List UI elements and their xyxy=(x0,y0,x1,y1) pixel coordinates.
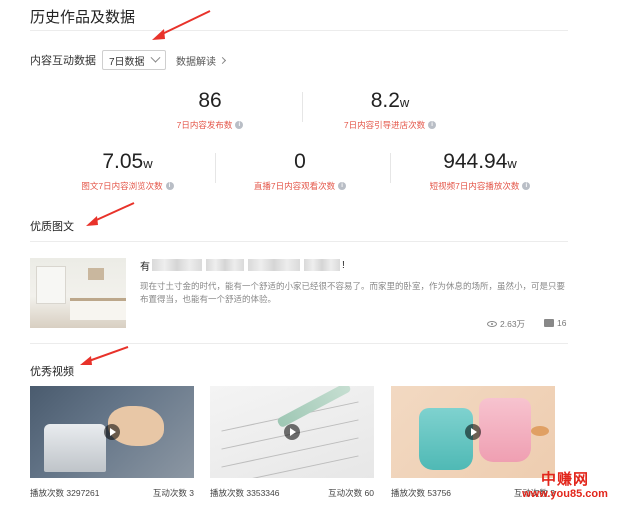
metric-publish-count: 86 7日内容发布数 i xyxy=(130,89,290,131)
info-icon[interactable]: i xyxy=(165,182,174,190)
thumb-pen xyxy=(276,386,352,429)
plays-value: 53756 xyxy=(427,488,452,498)
metric-label: 图文7日内容浏览次数 xyxy=(81,181,163,191)
article-comments-value: 16 xyxy=(557,318,567,328)
section-divider xyxy=(30,241,568,242)
metric-unit: w xyxy=(143,156,153,171)
metric-value: 8.2 xyxy=(370,89,400,112)
metric-unit: w xyxy=(399,95,410,110)
redacted-text xyxy=(304,259,340,271)
plays-label: 播放次数 xyxy=(210,488,245,498)
interact-value: 60 xyxy=(364,488,374,498)
data-interpret-label: 数据解读 xyxy=(176,56,216,68)
metric-divider xyxy=(302,92,303,122)
filter-label: 内容互动数据 xyxy=(30,55,96,67)
metric-article-views: 7.05w 图文7日内容浏览次数 i xyxy=(55,150,200,192)
page-title: 历史作品及数据 xyxy=(30,9,136,26)
filter-row: 内容互动数据 7日数据 数据解读 xyxy=(30,50,227,70)
annotation-arrow xyxy=(80,346,129,365)
comment-icon xyxy=(544,319,554,327)
title-divider xyxy=(30,30,568,31)
article-title-prefix: 有 xyxy=(140,261,150,273)
metric-value: 944.94 xyxy=(443,150,508,173)
thumb-leaf xyxy=(531,426,549,436)
interact-value: 3 xyxy=(189,488,194,498)
data-interpret-link[interactable]: 数据解读 xyxy=(176,53,227,68)
redacted-text xyxy=(206,259,244,271)
article-views: 2.63万 xyxy=(487,318,525,330)
metric-live-views: 0 直播7日内容观看次数 i xyxy=(225,150,375,192)
play-icon[interactable] xyxy=(284,424,300,440)
metric-video-plays: 944.94w 短视频7日内容播放次数 i xyxy=(400,150,560,192)
chevron-down-icon xyxy=(150,52,161,63)
metric-store-visits: 8.2w 7日内容引导进店次数 i xyxy=(305,89,475,131)
metric-divider xyxy=(215,153,216,183)
article-thumbnail[interactable] xyxy=(30,258,126,328)
play-icon[interactable] xyxy=(465,424,481,440)
watermark-name: 中赚网 xyxy=(540,471,589,488)
info-icon[interactable]: i xyxy=(338,182,347,190)
period-select-value: 7日数据 xyxy=(109,56,145,68)
thumb-bed xyxy=(70,298,126,320)
redacted-text xyxy=(248,259,300,271)
section-title-articles: 优质图文 xyxy=(30,221,74,233)
article-title-suffix: ! xyxy=(342,259,345,271)
plays-label: 播放次数 xyxy=(30,488,65,498)
info-icon[interactable]: i xyxy=(428,121,437,129)
video-stats: 播放次数 3353346 互动次数 60 xyxy=(210,487,374,499)
eye-icon xyxy=(487,321,497,327)
video-stats: 播放次数 3297261 互动次数 3 xyxy=(30,487,194,499)
video-thumbnail[interactable] xyxy=(30,386,194,478)
plays-label: 播放次数 xyxy=(391,488,426,498)
article-description: 现在寸土寸金的时代，能有一个舒适的小家已经很不容易了。而家里的卧室，作为休息的场… xyxy=(140,281,566,304)
interact-label: 互动次数 xyxy=(328,488,363,498)
thumb-frame xyxy=(88,268,104,280)
video-thumbnail[interactable] xyxy=(210,386,374,478)
metric-value: 7.05 xyxy=(102,150,144,173)
metric-label: 直播7日内容观看次数 xyxy=(253,181,336,191)
annotation-arrow xyxy=(86,202,135,226)
section-divider xyxy=(30,343,568,344)
plays-value: 3353346 xyxy=(246,488,280,498)
section-title-videos: 优秀视频 xyxy=(30,366,74,378)
metric-value: 0 xyxy=(294,150,306,173)
interact-label: 互动次数 xyxy=(152,488,187,498)
metric-label: 7日内容引导进店次数 xyxy=(343,120,426,130)
plays-value: 3297261 xyxy=(66,488,100,498)
metric-label: 短视频7日内容播放次数 xyxy=(429,181,520,191)
watermark-url: www.you85.com xyxy=(522,488,608,500)
thumb-cup xyxy=(479,398,531,462)
article-title[interactable]: 有 ! xyxy=(140,258,345,273)
period-select[interactable]: 7日数据 xyxy=(102,50,166,70)
thumb-machine xyxy=(44,424,106,472)
article-comments: 16 xyxy=(544,318,566,328)
video-thumbnail[interactable] xyxy=(391,386,555,478)
info-icon[interactable]: i xyxy=(235,121,244,129)
thumb-cup xyxy=(419,408,473,470)
info-icon[interactable]: i xyxy=(522,182,531,190)
metric-divider xyxy=(390,153,391,183)
metric-label: 7日内容发布数 xyxy=(176,120,233,130)
metric-value: 86 xyxy=(198,89,222,112)
play-icon[interactable] xyxy=(104,424,120,440)
watermark-logo: 中赚网 www.you85.com xyxy=(513,472,617,500)
redacted-text xyxy=(152,259,202,271)
thumb-shelf xyxy=(36,266,66,304)
article-views-value: 2.63万 xyxy=(500,319,526,329)
annotation-arrow xyxy=(152,10,211,40)
metric-unit: w xyxy=(507,156,517,171)
chevron-right-icon xyxy=(218,56,227,64)
